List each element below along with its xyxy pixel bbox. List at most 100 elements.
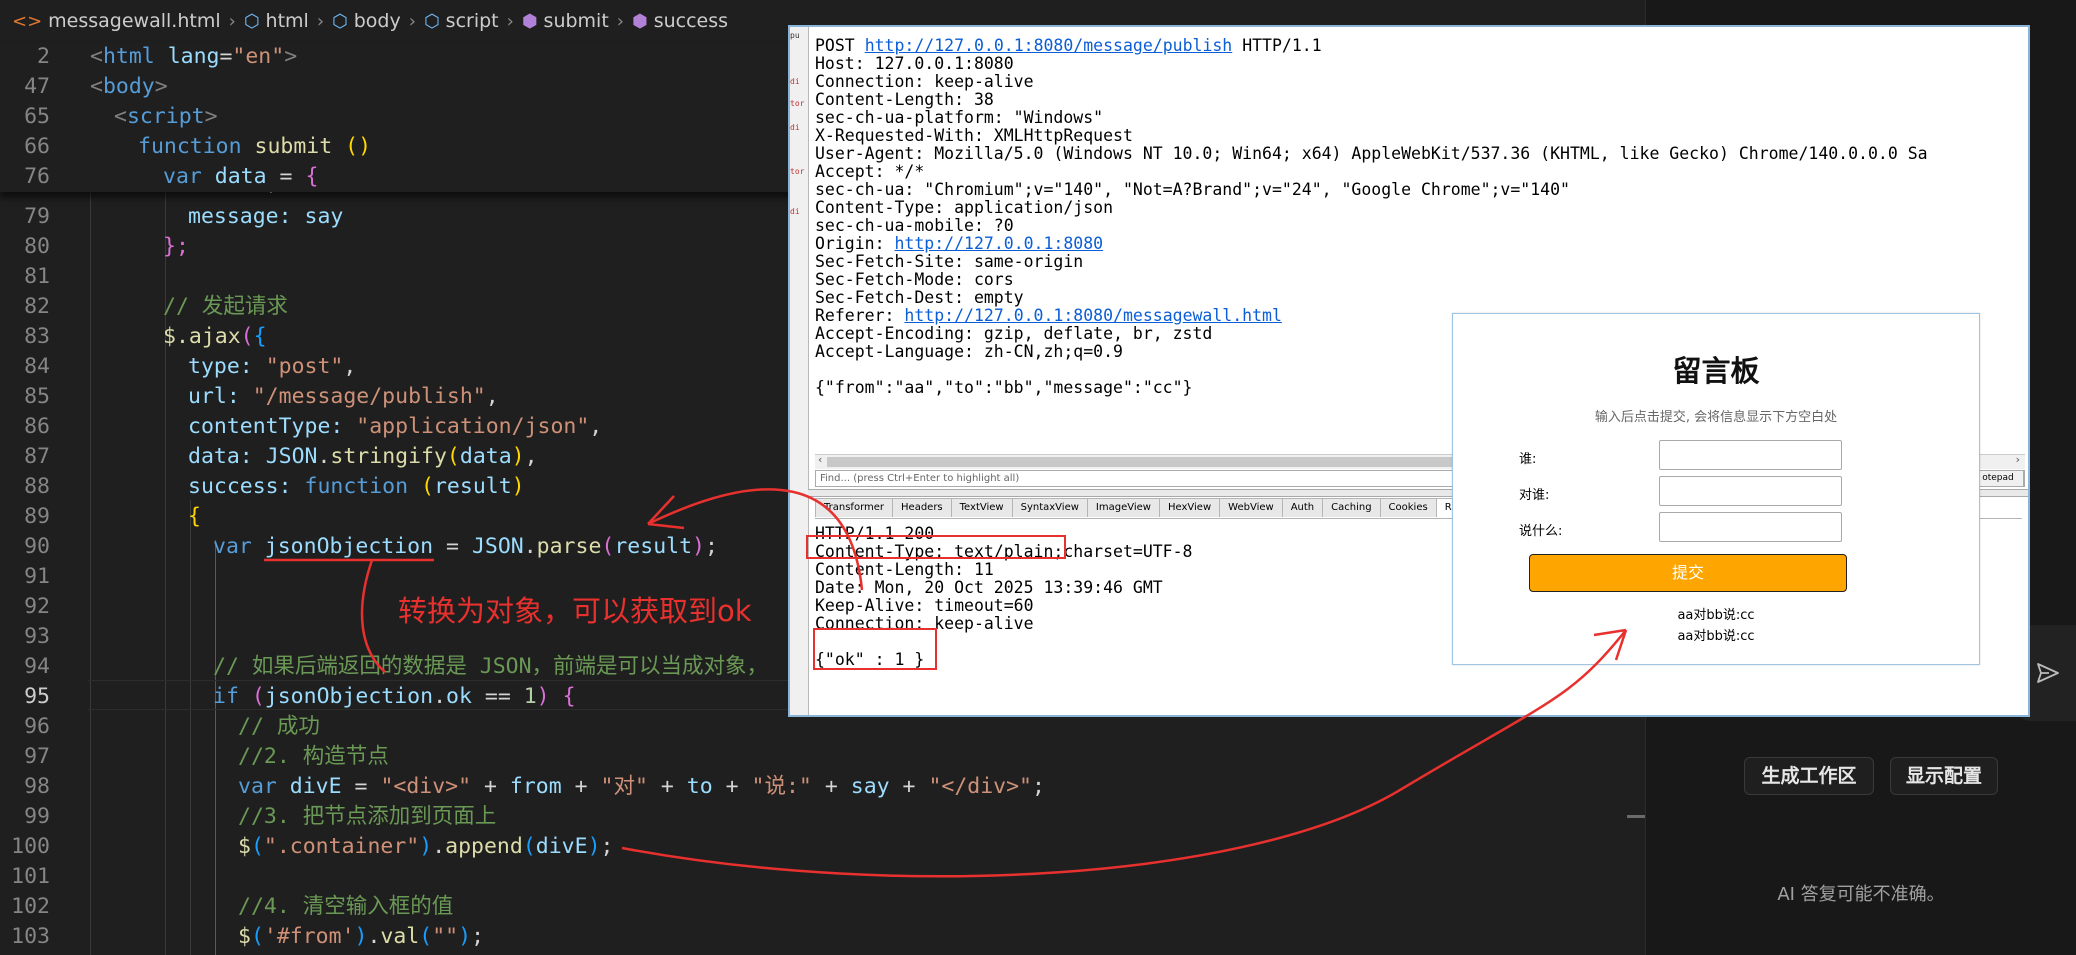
code-token: data: (188, 444, 253, 469)
response-tabs: Transformer Headers TextView SyntaxView … (815, 498, 1475, 517)
to-row: 对谁: (1519, 476, 1849, 508)
code-line[interactable]: 100 $(".container").append(divE); (0, 832, 1645, 862)
line-number: 97 (24, 744, 50, 769)
breadcrumb-success-label: success (653, 10, 729, 32)
tab-hexview[interactable]: HexView (1158, 498, 1221, 517)
response-header: Keep-Alive: timeout=60 (815, 596, 1034, 615)
submit-button[interactable]: 提交 (1529, 554, 1847, 592)
code-line[interactable]: 102 //4. 清空输入框的值 (0, 892, 1645, 922)
code-token: lang (167, 44, 220, 69)
scroll-thumb[interactable] (827, 457, 1507, 467)
breadcrumb-file-label: messagewall.html (48, 10, 221, 32)
generate-workspace-button[interactable]: 生成工作区 (1744, 757, 1874, 795)
tab-transformer[interactable]: Transformer (815, 498, 894, 517)
code-token: "<div>" (380, 774, 472, 799)
line-number: 93 (24, 624, 50, 649)
origin-link[interactable]: http://127.0.0.1:8080 (894, 234, 1103, 253)
session-fragment: di (790, 123, 800, 132)
element-icon: ⬡ (332, 10, 348, 32)
code-line[interactable]: 97 //2. 构造节点 (0, 742, 1645, 772)
code-token: contentType: (188, 414, 344, 439)
code-token: data (214, 164, 267, 189)
request-header: Accept: */* (815, 162, 925, 181)
response-text: HTTP/1.1 200 Content-Type: text/plain;ch… (815, 525, 1193, 669)
code-token: result (614, 534, 693, 559)
tab-headers[interactable]: Headers (892, 498, 952, 517)
breadcrumb-success[interactable]: ⬢ success (632, 10, 728, 32)
element-icon: ⬡ (243, 10, 260, 32)
from-row: 谁: (1519, 440, 1849, 472)
request-header: sec-ch-ua-platform: "Windows" (815, 108, 1104, 127)
board-title: 留言板 (1672, 354, 1760, 388)
message-label: 说什么: (1519, 524, 1563, 539)
scroll-left-icon[interactable]: ‹ (817, 453, 824, 466)
message-input[interactable] (1659, 512, 1842, 542)
line-number: 85 (24, 384, 50, 409)
ai-disclaimer: AI 答复可能不准确。 (1777, 884, 1945, 905)
session-fragment: di (790, 77, 800, 86)
breadcrumb-submit[interactable]: ⬢ submit (522, 10, 609, 32)
code-token: var (213, 534, 252, 559)
code-token: "</div>" (928, 774, 1033, 799)
code-token: "对" (600, 774, 648, 799)
code-token: "en" (232, 44, 285, 69)
request-header: Connection: keep-alive (815, 72, 1034, 91)
to-input[interactable] (1659, 476, 1842, 506)
response-header: Date: Mon, 20 Oct 2025 13:39:46 GMT (815, 578, 1163, 597)
breadcrumb-script[interactable]: ⬡ script (424, 10, 499, 32)
code-token: function (304, 474, 409, 499)
code-token: "" (432, 924, 459, 949)
response-status: HTTP/1.1 200 (815, 524, 935, 543)
tab-imageview[interactable]: ImageView (1086, 498, 1160, 517)
line-number: 99 (24, 804, 50, 829)
code-line[interactable]: 101 (0, 862, 1645, 892)
code-line[interactable]: 103 $('#from').val(""); (0, 922, 1645, 952)
breadcrumb-html[interactable]: ⬡ html (244, 10, 309, 32)
request-header: Accept-Language: zh-CN,zh;q=0.9 (815, 342, 1123, 361)
code-token: //2. 构造节点 (238, 744, 389, 769)
code-token: function (138, 134, 242, 159)
code-token: jsonObjection (264, 684, 434, 709)
line-number: 65 (24, 104, 50, 129)
line-number: 66 (24, 134, 50, 159)
code-token: 1 (523, 684, 537, 709)
tab-cookies[interactable]: Cookies (1379, 498, 1437, 517)
from-input[interactable] (1659, 440, 1842, 470)
show-config-button[interactable]: 显示配置 (1890, 757, 1998, 795)
code-token: JSON (471, 534, 524, 559)
chevron-right-icon: › (616, 10, 624, 32)
tab-caching[interactable]: Caching (1322, 498, 1381, 517)
chevron-right-icon: › (316, 10, 325, 32)
code-token: html (102, 44, 155, 69)
message-item: aa对bb说:cc (1677, 629, 1755, 644)
line-number: 103 (11, 924, 50, 949)
code-token: result (433, 474, 512, 499)
tab-syntaxview[interactable]: SyntaxView (1011, 498, 1088, 517)
breadcrumb-body[interactable]: ⬡ body (332, 10, 401, 32)
from-label: 谁: (1519, 452, 1537, 467)
element-icon: ⬡ (423, 10, 440, 32)
code-line[interactable]: 98 var divE = "<div>" + from + "对" + to +… (0, 772, 1645, 802)
request-url-link[interactable]: http://127.0.0.1:8080/message/publish (865, 36, 1233, 55)
code-token: stringify (330, 444, 447, 469)
tab-textview[interactable]: TextView (950, 498, 1013, 517)
scroll-right-icon[interactable]: › (2014, 453, 2021, 466)
breadcrumb-html-label: html (265, 10, 309, 32)
tab-auth[interactable]: Auth (1281, 498, 1324, 517)
line-number: 94 (24, 654, 50, 679)
breadcrumb-file[interactable]: <> messagewall.html (12, 10, 221, 32)
request-header: Sec-Fetch-Mode: cors (815, 270, 1014, 289)
code-token: append (445, 834, 523, 859)
response-header: Connection: keep-alive (815, 614, 1034, 633)
line-number: 80 (24, 234, 50, 259)
line-number: 87 (24, 444, 50, 469)
session-list-edge[interactable]: pu di tor di tor di (790, 27, 809, 715)
code-line[interactable]: 99 //3. 把节点添加到页面上 (0, 802, 1645, 832)
code-token: var (163, 164, 202, 189)
tab-webview[interactable]: WebView (1219, 498, 1283, 517)
line-number: 47 (24, 74, 50, 99)
line-number: 91 (24, 564, 50, 589)
function-icon: ⬢ (632, 10, 648, 32)
referer-link[interactable]: http://127.0.0.1:8080/messagewall.html (904, 306, 1282, 325)
code-token: "/message/publish" (252, 384, 486, 409)
